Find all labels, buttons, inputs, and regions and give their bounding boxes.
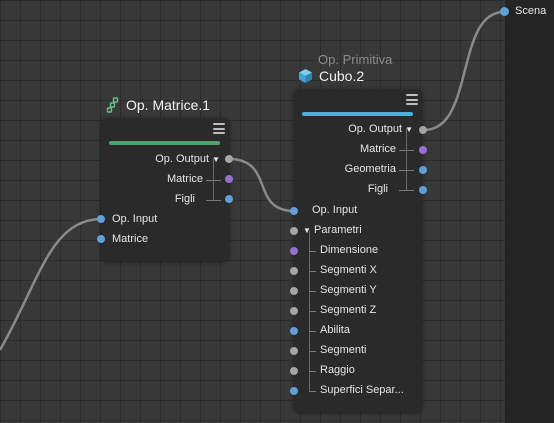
raggio-port[interactable]: [290, 367, 298, 375]
connector-line: [309, 351, 316, 352]
cube-matrice-label: Matrice: [359, 143, 396, 155]
matrix-input-row[interactable]: Op. Input: [101, 210, 229, 230]
param-label: Segmenti Y: [320, 284, 377, 296]
scene-input-port[interactable]: [500, 7, 509, 16]
matrix-node-color-bar: [109, 141, 220, 145]
cube-figli-port[interactable]: [419, 186, 427, 194]
wire-matrix-to-cube: [228, 157, 295, 213]
matrix-matrice-out-label: Matrice: [166, 173, 203, 185]
cube-input-label: Op. Input: [312, 204, 358, 216]
hamburger-menu-icon[interactable]: [406, 94, 418, 105]
matrix-matrice-in-port[interactable]: [97, 235, 105, 243]
segmenti-z-port[interactable]: [290, 307, 298, 315]
matrix-node-name: Op. Matrice.1: [126, 97, 211, 113]
connector-line: [206, 200, 221, 201]
param-label: Abilita: [320, 324, 350, 336]
segmenti-x-port[interactable]: [290, 267, 298, 275]
parametri-port[interactable]: [290, 227, 298, 235]
connector-line: [309, 391, 316, 392]
matrix-output-label: Op. Output: [155, 153, 210, 165]
connector-line: [213, 158, 214, 200]
cube-node-title[interactable]: Cubo.2: [298, 68, 364, 84]
dimensione-port[interactable]: [290, 247, 298, 255]
scene-label: Scena: [515, 5, 547, 17]
connector-line: [406, 128, 407, 190]
matrix-figli-label: Figli: [174, 193, 195, 205]
segmenti-port[interactable]: [290, 347, 298, 355]
connector-line: [309, 291, 316, 292]
cube-input-row[interactable]: Op. Input: [294, 201, 422, 221]
matrix-figli-port[interactable]: [225, 195, 233, 203]
matrix-matrice-in-label: Matrice: [112, 233, 149, 245]
cube-node[interactable]: Op. Output ▼ Matrice Geometria Figli Op.…: [294, 89, 422, 412]
cube-figli-label: Figli: [367, 183, 388, 195]
cube-geometria-port[interactable]: [419, 166, 427, 174]
segmenti-y-port[interactable]: [290, 287, 298, 295]
cube-node-color-bar: [302, 112, 413, 116]
connector-line: [309, 311, 316, 312]
param-label: Dimensione: [320, 244, 379, 256]
cube-input-port[interactable]: [290, 207, 298, 215]
param-label: Segmenti Z: [320, 304, 377, 316]
superfici-separate-port[interactable]: [290, 387, 298, 395]
matrix-matrice-out-port[interactable]: [225, 175, 233, 183]
connector-line: [309, 251, 316, 252]
matrix-input-port[interactable]: [97, 215, 105, 223]
matrix-input-label: Op. Input: [112, 213, 158, 225]
wire-cube-to-scene: [423, 10, 505, 132]
connection-wires: [0, 10, 505, 351]
cube-geometria-label: Geometria: [344, 163, 396, 175]
abilita-port[interactable]: [290, 327, 298, 335]
param-label: Segmenti: [320, 344, 367, 356]
cube-node-subtitle: Op. Primitiva: [318, 52, 393, 67]
cube-matrice-port[interactable]: [419, 146, 427, 154]
parametri-group[interactable]: ▼ Parametri: [294, 221, 422, 241]
matrix-node[interactable]: Op. Output ▼ Matrice Figli Op. Input Mat…: [101, 118, 229, 261]
matrix-cloner-icon: [106, 97, 119, 113]
cube-output-label: Op. Output: [348, 123, 403, 135]
param-label: Superfici Separ...: [320, 384, 404, 396]
cube-output-row[interactable]: Op. Output ▼: [294, 120, 422, 140]
cube-node-name: Cubo.2: [319, 68, 365, 84]
matrix-matrice-in-row[interactable]: Matrice: [101, 230, 229, 250]
param-label: Raggio: [320, 364, 355, 376]
matrix-node-title[interactable]: Op. Matrice.1: [106, 97, 210, 113]
connector-line: [309, 371, 316, 372]
matrix-output-port[interactable]: [225, 155, 233, 163]
param-label: Segmenti X: [320, 264, 377, 276]
wire-offscreen-to-matrix: [0, 217, 102, 351]
hamburger-menu-icon[interactable]: [213, 123, 225, 134]
cube-icon: [299, 69, 312, 83]
connector-line: [399, 190, 414, 191]
parametri-label: Parametri: [313, 224, 362, 236]
cube-output-port[interactable]: [419, 126, 427, 134]
connector-line: [309, 331, 316, 332]
matrix-output-row[interactable]: Op. Output ▼: [101, 150, 229, 170]
connector-line: [309, 271, 316, 272]
